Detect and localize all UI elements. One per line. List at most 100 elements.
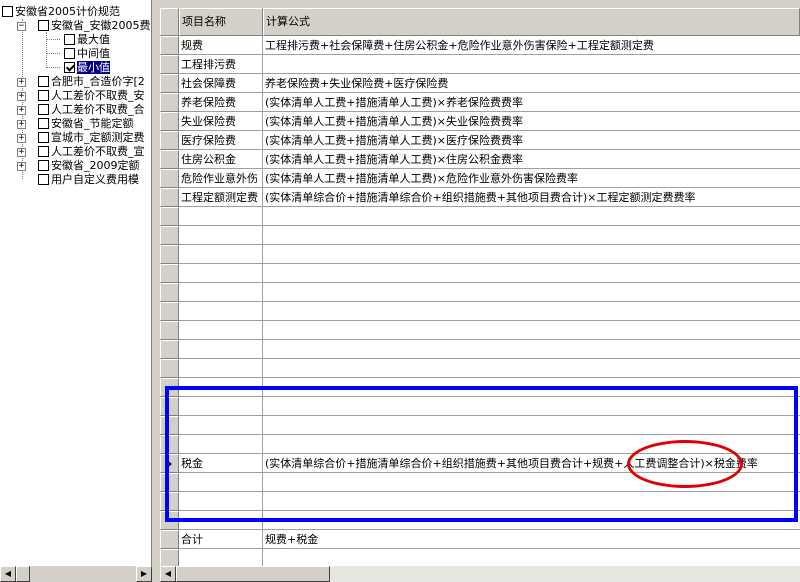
- cell-formula[interactable]: [263, 55, 800, 74]
- row-header[interactable]: [160, 511, 179, 530]
- header-formula[interactable]: 计算公式: [263, 8, 800, 36]
- table-row-empty[interactable]: [160, 264, 800, 283]
- tree-item-checkbox[interactable]: [38, 90, 49, 101]
- cell-name[interactable]: [179, 416, 263, 435]
- tree-item-checkbox[interactable]: [38, 118, 49, 129]
- option-max-checkbox[interactable]: [64, 34, 75, 45]
- cell-name[interactable]: 养老保险费: [179, 93, 263, 112]
- tree-scroll-thumb[interactable]: [16, 566, 30, 582]
- row-header[interactable]: [160, 150, 179, 169]
- tree-item[interactable]: 人工差价不取费_安: [38, 89, 145, 102]
- table-row[interactable]: 工程定额测定费 (实体清单综合价+措施清单综合价+组织措施费+其他项目费合计)×…: [160, 188, 800, 207]
- cell-name[interactable]: [179, 245, 263, 264]
- row-header[interactable]: [160, 549, 179, 566]
- row-header[interactable]: [160, 435, 179, 454]
- row-header[interactable]: [160, 302, 179, 321]
- table-row-empty[interactable]: [160, 435, 800, 454]
- cell-name[interactable]: [179, 226, 263, 245]
- cell-formula[interactable]: (实体清单人工费+措施清单人工费)×住房公积金费率: [263, 150, 800, 169]
- cell-formula[interactable]: [263, 207, 800, 226]
- cell-name[interactable]: [179, 264, 263, 283]
- cell-formula[interactable]: (实体清单综合价+措施清单综合价+组织措施费+其他项目费合计)×工程定额测定费费…: [263, 188, 800, 207]
- cell-formula[interactable]: (实体清单综合价+措施清单综合价+组织措施费+其他项目费合计+规费+人工费调整合…: [263, 454, 800, 473]
- row-header[interactable]: [160, 378, 179, 397]
- grid-scroll-thumb[interactable]: [176, 566, 330, 582]
- cell-name[interactable]: 住房公积金: [179, 150, 263, 169]
- row-header[interactable]: [160, 492, 179, 511]
- cell-formula[interactable]: [263, 492, 800, 511]
- table-row[interactable]: 养老保险费 (实体清单人工费+措施清单人工费)×养老保险费费率: [160, 93, 800, 112]
- tree-item-checkbox[interactable]: [38, 174, 49, 185]
- cell-name[interactable]: [179, 283, 263, 302]
- right-arrow-icon[interactable]: ▶: [136, 566, 152, 582]
- tree-item-checkbox[interactable]: [38, 160, 49, 171]
- tree-item[interactable]: 宣城市_定额测定费: [38, 131, 145, 144]
- corner-cell[interactable]: [160, 8, 179, 36]
- row-header[interactable]: [160, 55, 179, 74]
- cell-name[interactable]: [179, 397, 263, 416]
- cell-name[interactable]: 危险作业意外伤: [179, 169, 263, 188]
- tree-option-min[interactable]: 最小值: [64, 61, 110, 74]
- tree-horizontal-scrollbar[interactable]: ◀ ▶: [0, 566, 152, 582]
- tree-root-checkbox[interactable]: [2, 6, 13, 17]
- tree-item[interactable]: 人工差价不取费_宣: [38, 145, 145, 158]
- table-row-empty[interactable]: [160, 283, 800, 302]
- header-name[interactable]: 项目名称: [179, 8, 263, 36]
- cell-formula[interactable]: [263, 283, 800, 302]
- cell-formula[interactable]: [263, 473, 800, 492]
- table-row[interactable]: 医疗保险费 (实体清单人工费+措施清单人工费)×医疗保险费费率: [160, 131, 800, 150]
- table-row-empty[interactable]: [160, 359, 800, 378]
- tree-child[interactable]: 安徽省_安徽2005费: [38, 19, 151, 32]
- cell-formula[interactable]: [263, 378, 800, 397]
- grid-horizontal-scrollbar[interactable]: ◀: [160, 566, 800, 582]
- table-row-empty[interactable]: [160, 378, 800, 397]
- tree-child-checkbox[interactable]: [38, 20, 49, 31]
- cell-formula[interactable]: 规费+税金: [263, 530, 800, 549]
- cell-name[interactable]: 工程排污费: [179, 55, 263, 74]
- collapse-icon[interactable]: −: [17, 22, 26, 31]
- table-row-empty[interactable]: [160, 226, 800, 245]
- row-header[interactable]: [160, 321, 179, 340]
- row-header[interactable]: [160, 74, 179, 93]
- expand-icon[interactable]: +: [17, 162, 26, 171]
- row-header[interactable]: [160, 36, 179, 55]
- cell-formula[interactable]: [263, 359, 800, 378]
- table-row[interactable]: 规费 工程排污费+社会保障费+住房公积金+危险作业意外伤害保险+工程定额测定费: [160, 36, 800, 55]
- table-row[interactable]: 社会保障费 养老保险费+失业保险费+医疗保险费: [160, 74, 800, 93]
- table-row-empty[interactable]: [160, 207, 800, 226]
- expand-icon[interactable]: +: [17, 134, 26, 143]
- row-header[interactable]: [160, 169, 179, 188]
- row-header[interactable]: [160, 283, 179, 302]
- cell-name[interactable]: [179, 492, 263, 511]
- cell-name[interactable]: 合计: [179, 530, 263, 549]
- tree-item[interactable]: 用户自定义费用模: [38, 173, 139, 186]
- row-header[interactable]: [160, 226, 179, 245]
- tree-root[interactable]: 安徽省2005计价规范: [2, 5, 120, 18]
- table-row-empty[interactable]: [160, 416, 800, 435]
- cell-formula[interactable]: (实体清单人工费+措施清单人工费)×医疗保险费费率: [263, 131, 800, 150]
- table-row-empty[interactable]: [160, 245, 800, 264]
- cell-name[interactable]: [179, 435, 263, 454]
- cell-name[interactable]: [179, 340, 263, 359]
- table-row-empty[interactable]: [160, 321, 800, 340]
- tree-option-mid[interactable]: 中间值: [64, 47, 110, 60]
- row-header[interactable]: [160, 112, 179, 131]
- cell-name[interactable]: 社会保障费: [179, 74, 263, 93]
- cell-formula[interactable]: [263, 226, 800, 245]
- cell-formula[interactable]: [263, 511, 800, 530]
- cell-formula[interactable]: 养老保险费+失业保险费+医疗保险费: [263, 74, 800, 93]
- expand-icon[interactable]: +: [17, 106, 26, 115]
- row-header[interactable]: [160, 188, 179, 207]
- tree-item[interactable]: 安徽省_2009定额: [38, 159, 140, 172]
- cell-name[interactable]: [179, 378, 263, 397]
- row-header[interactable]: [160, 264, 179, 283]
- expand-icon[interactable]: +: [17, 120, 26, 129]
- table-row[interactable]: 失业保险费 (实体清单人工费+措施清单人工费)×失业保险费费率: [160, 112, 800, 131]
- table-row[interactable]: 危险作业意外伤 (实体清单人工费+措施清单人工费)×危险作业意外伤害保险费率: [160, 169, 800, 188]
- cell-formula[interactable]: [263, 435, 800, 454]
- option-min-checkbox[interactable]: [64, 62, 75, 73]
- row-header[interactable]: [160, 530, 179, 549]
- cell-formula[interactable]: (实体清单人工费+措施清单人工费)×危险作业意外伤害保险费率: [263, 169, 800, 188]
- expand-icon[interactable]: +: [17, 148, 26, 157]
- cell-formula[interactable]: [263, 264, 800, 283]
